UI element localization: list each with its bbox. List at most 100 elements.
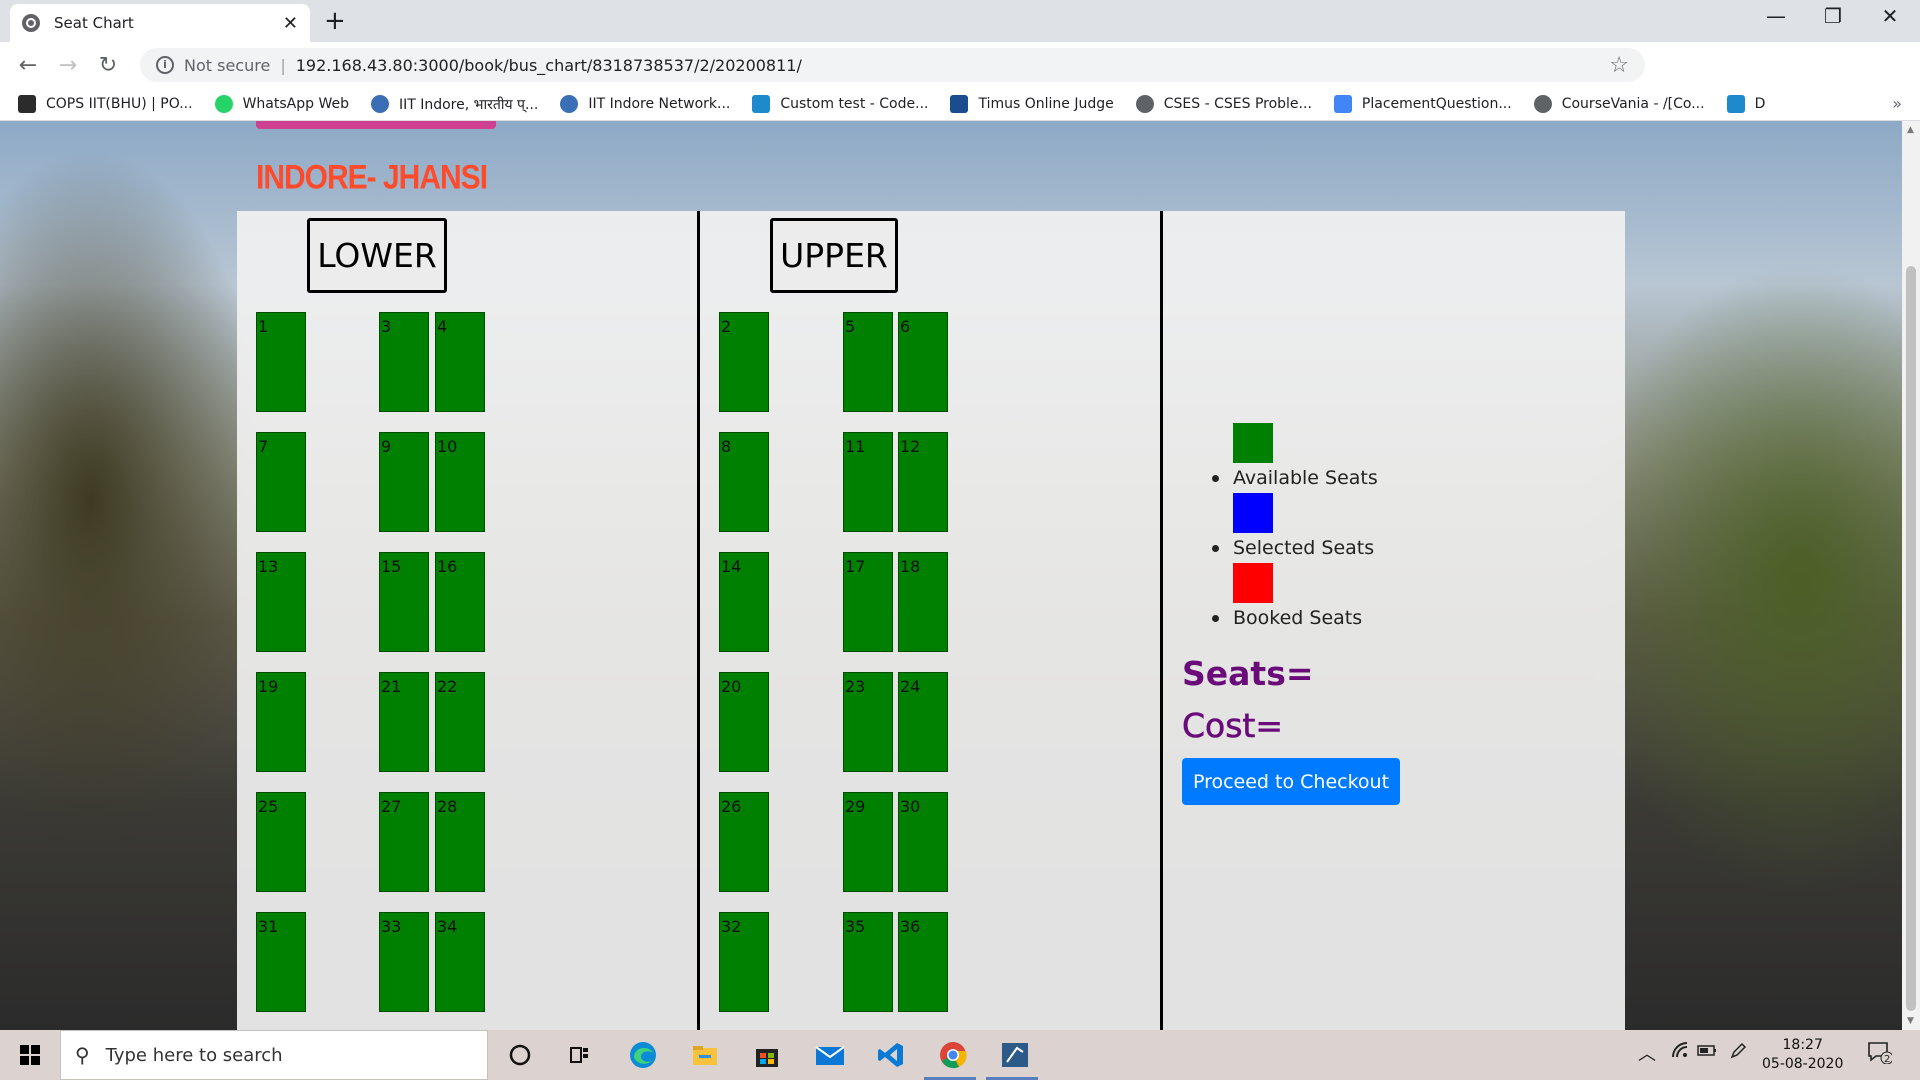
- seat-9[interactable]: 9: [379, 432, 429, 532]
- system-clock[interactable]: 18:27 05-08-2020: [1762, 1036, 1843, 1074]
- bookmark-item[interactable]: Timus Online Judge: [950, 95, 1114, 113]
- seat-21[interactable]: 21: [379, 672, 429, 772]
- seat-3[interactable]: 3: [379, 312, 429, 412]
- seat-35[interactable]: 35: [843, 912, 893, 1012]
- seat-2[interactable]: 2: [719, 312, 769, 412]
- seat-4[interactable]: 4: [435, 312, 485, 412]
- task-view-icon[interactable]: [565, 1040, 595, 1070]
- tab-seat-chart[interactable]: Seat Chart ✕: [10, 4, 310, 42]
- legend-selected-swatch: [1233, 493, 1273, 533]
- info-icon[interactable]: i: [156, 56, 174, 74]
- bookmark-star-icon[interactable]: ☆: [1609, 53, 1629, 78]
- bookmark-item[interactable]: CourseVania - /[Co...: [1533, 95, 1705, 113]
- pen-icon[interactable]: [1728, 1040, 1748, 1065]
- forward-arrow-icon[interactable]: →: [48, 53, 88, 78]
- seat-1[interactable]: 1: [256, 312, 306, 412]
- seat-7[interactable]: 7: [256, 432, 306, 532]
- seat-14[interactable]: 14: [719, 552, 769, 652]
- bookmark-label: IIT Indore Network...: [588, 96, 731, 112]
- bookmark-item[interactable]: IIT Indore, भारतीय प्...: [370, 95, 538, 114]
- seat-5[interactable]: 5: [843, 312, 893, 412]
- close-window-button[interactable]: ✕: [1862, 4, 1918, 28]
- network-icon[interactable]: [1670, 1040, 1690, 1065]
- taskbar-search-placeholder: Type here to search: [105, 1044, 283, 1066]
- seat-17[interactable]: 17: [843, 552, 893, 652]
- seat-22[interactable]: 22: [435, 672, 485, 772]
- clock-date: 05-08-2020: [1762, 1056, 1844, 1072]
- seat-29[interactable]: 29: [843, 792, 893, 892]
- seat-12[interactable]: 12: [898, 432, 948, 532]
- scroll-down-icon[interactable]: ▼: [1907, 1016, 1914, 1026]
- seat-25[interactable]: 25: [256, 792, 306, 892]
- seat-15[interactable]: 15: [379, 552, 429, 652]
- reload-icon[interactable]: ↻: [88, 53, 128, 78]
- terminal-app-icon[interactable]: [1000, 1040, 1030, 1070]
- edge-browser-icon[interactable]: [628, 1040, 658, 1070]
- page-viewport: INDORE- JHANSI LOWER UPPER 1 3 4 7 9 10 13 15 16…: [0, 121, 1902, 1030]
- seat-6[interactable]: 6: [898, 312, 948, 412]
- seat-10[interactable]: 10: [435, 432, 485, 532]
- seat-11[interactable]: 11: [843, 432, 893, 532]
- bookmark-item[interactable]: WhatsApp Web: [214, 95, 349, 113]
- seat-24[interactable]: 24: [898, 672, 948, 772]
- battery-icon[interactable]: [1696, 1040, 1718, 1065]
- seat-8[interactable]: 8: [719, 432, 769, 532]
- bookmark-item[interactable]: PlacementQuestion...: [1333, 95, 1512, 113]
- bookmark-item[interactable]: COPS IIT(BHU) | PO...: [18, 95, 193, 113]
- taskbar-search-box[interactable]: ⚲ Type here to search: [60, 1030, 488, 1080]
- cortana-icon[interactable]: [505, 1040, 535, 1070]
- legend-bullet: [1212, 615, 1219, 622]
- notifications-icon[interactable]: 2: [1866, 1040, 1894, 1069]
- seats-summary: Seats=: [1182, 654, 1314, 693]
- not-secure-label: Not secure: [184, 55, 271, 75]
- minimize-button[interactable]: —: [1748, 4, 1804, 28]
- vscode-icon[interactable]: [876, 1040, 906, 1070]
- seat-20[interactable]: 20: [719, 672, 769, 772]
- seat-30[interactable]: 30: [898, 792, 948, 892]
- scroll-up-icon[interactable]: ▲: [1907, 125, 1914, 135]
- bookmarks-bar: COPS IIT(BHU) | PO... WhatsApp Web IIT Ind…: [0, 88, 1920, 121]
- browser-toolbar: ← → ↻ i Not secure | 192.168.43.80:3000/…: [0, 42, 1920, 119]
- seat-32[interactable]: 32: [719, 912, 769, 1012]
- seat-28[interactable]: 28: [435, 792, 485, 892]
- chrome-icon[interactable]: [938, 1040, 968, 1070]
- scrollbar-thumb[interactable]: [1906, 266, 1916, 1011]
- bookmark-label: PlacementQuestion...: [1361, 96, 1512, 112]
- seat-26[interactable]: 26: [719, 792, 769, 892]
- tab-close-icon[interactable]: ✕: [283, 13, 298, 34]
- bookmark-item[interactable]: D: [1726, 95, 1765, 113]
- legend-booked-swatch: [1233, 563, 1273, 603]
- bookmark-item[interactable]: Custom test - Code...: [752, 95, 928, 113]
- url-separator: |: [280, 55, 286, 75]
- seat-19[interactable]: 19: [256, 672, 306, 772]
- seat-16[interactable]: 16: [435, 552, 485, 652]
- seat-33[interactable]: 33: [379, 912, 429, 1012]
- seat-36[interactable]: 36: [898, 912, 948, 1012]
- new-tab-button[interactable]: +: [324, 6, 346, 36]
- mail-icon[interactable]: [814, 1040, 844, 1070]
- seat-23[interactable]: 23: [843, 672, 893, 772]
- back-arrow-icon[interactable]: ←: [8, 53, 48, 78]
- page-scrollbar[interactable]: ▲ ▼: [1902, 121, 1920, 1030]
- seat-31[interactable]: 31: [256, 912, 306, 1012]
- file-explorer-icon[interactable]: [690, 1040, 720, 1070]
- seat-34[interactable]: 34: [435, 912, 485, 1012]
- windows-logo-icon: [20, 1045, 40, 1065]
- tab-strip: Seat Chart ✕ + — ❐ ✕: [0, 0, 1920, 42]
- seat-18[interactable]: 18: [898, 552, 948, 652]
- bookmark-item[interactable]: IIT Indore Network...: [560, 95, 730, 113]
- start-button[interactable]: [0, 1030, 60, 1080]
- bookmark-label: WhatsApp Web: [242, 96, 349, 112]
- codeforces-icon: [752, 95, 771, 113]
- bookmarks-overflow-icon[interactable]: »: [1892, 94, 1902, 113]
- seat-27[interactable]: 27: [379, 792, 429, 892]
- address-bar[interactable]: i Not secure | 192.168.43.80:3000/book/b…: [140, 48, 1645, 82]
- legend-bullet: [1212, 475, 1219, 482]
- proceed-to-checkout-button[interactable]: Proceed to Checkout: [1182, 758, 1400, 805]
- tray-chevron-icon[interactable]: ︿: [1638, 1040, 1656, 1066]
- microsoft-store-icon[interactable]: [752, 1040, 782, 1070]
- url-text[interactable]: 192.168.43.80:3000/book/bus_chart/831873…: [296, 56, 802, 75]
- restore-button[interactable]: ❐: [1805, 4, 1861, 28]
- seat-13[interactable]: 13: [256, 552, 306, 652]
- bookmark-item[interactable]: CSES - CSES Proble...: [1135, 95, 1312, 113]
